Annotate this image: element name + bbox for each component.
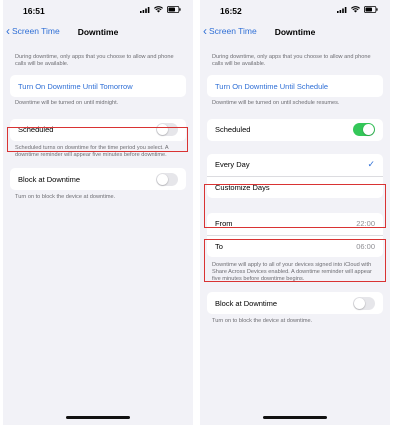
page-title: Downtime	[274, 27, 316, 37]
status-bar: 16:51	[3, 0, 193, 22]
customize-days-option[interactable]: Customize Days	[207, 175, 383, 198]
status-bar: 16:52	[200, 0, 390, 22]
turn-on-card: Turn On Downtime Until Tomorrow	[10, 75, 186, 98]
toggle-knob	[354, 297, 365, 309]
block-label: Block at Downtime	[18, 174, 81, 184]
block-note: Turn on to block the device at downtime.	[15, 194, 116, 201]
scheduled-note: Scheduled turns on downtime for the time…	[15, 144, 169, 158]
to-label: To	[215, 241, 223, 251]
turn-on-downtime-button[interactable]: Turn On Downtime Until Schedule	[207, 75, 383, 97]
signal-icon	[337, 6, 347, 13]
status-icons	[337, 6, 378, 13]
scheduled-toggle[interactable]	[353, 123, 375, 137]
time-card: From 22:00 To 06:00	[207, 212, 383, 257]
intro-text: During downtime, only apps that you choo…	[15, 54, 174, 68]
turn-on-label: Turn On Downtime Until Schedule	[215, 81, 329, 91]
wifi-icon	[351, 6, 360, 13]
turn-on-note: Downtime will be turned on until midnigh…	[15, 100, 119, 107]
signal-icon	[140, 6, 150, 13]
block-card: Block at Downtime	[207, 292, 383, 315]
every-day-label: Every Day	[215, 160, 250, 170]
battery-icon	[167, 6, 181, 13]
from-row[interactable]: From 22:00	[207, 213, 383, 235]
turn-on-note: Downtime will be turned on until schedul…	[212, 100, 340, 107]
toggle-knob	[157, 124, 168, 136]
toggle-knob	[157, 173, 168, 185]
customize-days-label: Customize Days	[215, 182, 270, 192]
scheduled-row: Scheduled	[10, 119, 186, 141]
left-phone-screen: 16:51 ‹ Screen Time Downtime During downt…	[3, 0, 193, 425]
sync-note: Downtime will apply to all of your devic…	[212, 261, 372, 283]
every-day-option[interactable]: Every Day ✓	[207, 154, 383, 176]
to-value: 06:00	[356, 241, 375, 251]
intro-text: During downtime, only apps that you choo…	[212, 54, 371, 68]
toggle-knob	[363, 124, 374, 136]
from-label: From	[215, 219, 233, 229]
scheduled-card: Scheduled	[10, 118, 186, 141]
block-card: Block at Downtime	[10, 168, 186, 191]
scheduled-row: Scheduled	[207, 119, 383, 141]
scheduled-toggle[interactable]	[156, 123, 178, 137]
turn-on-downtime-button[interactable]: Turn On Downtime Until Tomorrow	[10, 75, 186, 97]
block-note: Turn on to block the device at downtime.	[212, 318, 313, 325]
status-time: 16:52	[220, 6, 242, 16]
right-phone-screen: 16:52 ‹ Screen Time Downtime During downt…	[200, 0, 390, 425]
block-row: Block at Downtime	[207, 292, 383, 314]
status-icons	[140, 6, 181, 13]
block-row: Block at Downtime	[10, 168, 186, 190]
turn-on-label: Turn On Downtime Until Tomorrow	[18, 81, 133, 91]
checkmark-icon: ✓	[367, 159, 375, 170]
wifi-icon	[154, 6, 163, 13]
to-row[interactable]: To 06:00	[207, 234, 383, 257]
turn-on-card: Turn On Downtime Until Schedule	[207, 75, 383, 98]
days-card: Every Day ✓ Customize Days	[207, 153, 383, 198]
from-value: 22:00	[356, 219, 375, 229]
scheduled-label: Scheduled	[18, 125, 54, 135]
home-indicator	[263, 416, 327, 419]
home-indicator	[66, 416, 130, 419]
page-title: Downtime	[77, 27, 119, 37]
block-toggle[interactable]	[156, 172, 178, 186]
battery-icon	[364, 6, 378, 13]
block-toggle[interactable]	[353, 296, 375, 310]
block-label: Block at Downtime	[215, 298, 278, 308]
scheduled-label: Scheduled	[215, 125, 251, 135]
nav-bar: ‹ Screen Time Downtime	[3, 22, 193, 44]
nav-bar: ‹ Screen Time Downtime	[200, 22, 390, 44]
status-time: 16:51	[23, 6, 45, 16]
scheduled-card: Scheduled	[207, 118, 383, 141]
